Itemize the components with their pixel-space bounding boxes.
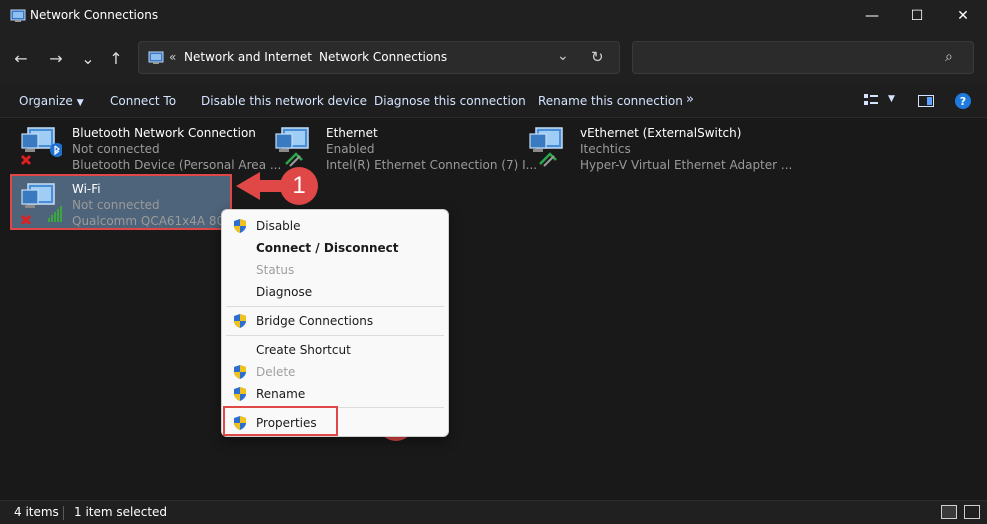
wifi-highlight-box — [10, 174, 232, 230]
menu-separator — [226, 306, 444, 307]
menu-item-label: Delete — [256, 365, 296, 379]
menu-item-bridge-connections[interactable]: Bridge Connections — [222, 310, 448, 332]
menu-item-delete: Delete — [222, 361, 448, 383]
address-dropdown-icon[interactable]: ⌄ — [557, 48, 569, 64]
window-title: Network Connections — [30, 8, 159, 22]
search-input[interactable]: ⌕ — [632, 41, 974, 74]
connection-name: vEthernet (ExternalSwitch) — [580, 126, 742, 140]
organize-caret-icon: ▼ — [76, 98, 84, 108]
change-view-icon[interactable] — [864, 94, 878, 106]
menu-item-rename[interactable]: Rename — [222, 383, 448, 405]
organize-label: Organize — [19, 94, 73, 108]
menu-item-connect-disconnect[interactable]: Connect / Disconnect — [222, 237, 448, 259]
recent-locations-button[interactable]: ⌄ — [76, 46, 100, 70]
close-button[interactable]: ✕ — [940, 0, 986, 32]
connection-status: Itechtics — [580, 142, 631, 156]
connection-name: Ethernet — [326, 126, 378, 140]
status-separator — [63, 506, 64, 520]
back-button[interactable]: ← — [9, 46, 33, 70]
menu-item-label: Create Shortcut — [256, 343, 351, 357]
network-folder-icon — [148, 51, 164, 64]
breadcrumb-overflow-icon[interactable]: « — [169, 50, 176, 64]
breadcrumb-separator-icon[interactable]: › — [303, 49, 308, 63]
connection-name: Bluetooth Network Connection — [72, 126, 256, 140]
connections-view: Bluetooth Network Connection Not connect… — [0, 118, 987, 500]
ethernet-network-icon — [275, 127, 309, 167]
search-icon[interactable]: ⌕ — [945, 49, 953, 65]
item-count: 4 items — [14, 505, 59, 519]
callout-number-1: 1 — [280, 167, 318, 205]
command-bar: Organize ▼ Connect To Disable this networ… — [0, 84, 987, 118]
disable-device-button[interactable]: Disable this network device — [201, 94, 367, 108]
menu-item-diagnose[interactable]: Diagnose — [222, 281, 448, 303]
navigation-bar: ← → ⌄ ↑ « Network and Internet › Network… — [0, 32, 987, 84]
properties-highlight-box — [223, 406, 338, 436]
vethernet-network-icon — [529, 127, 563, 167]
menu-separator — [226, 335, 444, 336]
uac-shield-icon — [234, 365, 246, 379]
menu-item-disable[interactable]: Disable — [222, 215, 448, 237]
minimize-button[interactable]: — — [849, 0, 895, 32]
menu-item-label: Diagnose — [256, 285, 313, 299]
context-menu: Disable Connect / Disconnect Status Diag… — [221, 209, 449, 437]
connection-device: Intel(R) Ethernet Connection (7) I... — [326, 158, 538, 172]
status-bar: 4 items 1 item selected — [0, 500, 987, 524]
connection-status: Enabled — [326, 142, 375, 156]
bluetooth-network-icon — [20, 127, 62, 166]
menu-item-status: Status — [222, 259, 448, 281]
connection-status: Not connected — [72, 142, 160, 156]
large-icons-view-icon[interactable] — [964, 505, 980, 519]
menu-item-create-shortcut[interactable]: Create Shortcut — [222, 339, 448, 361]
connection-bluetooth[interactable]: Bluetooth Network Connection Not connect… — [14, 120, 281, 172]
organize-button[interactable]: Organize ▼ — [19, 94, 84, 108]
selection-count: 1 item selected — [74, 505, 168, 519]
maximize-button[interactable]: ☐ — [894, 0, 940, 32]
network-connections-icon — [10, 9, 26, 22]
rename-connection-button[interactable]: Rename this connection — [538, 94, 683, 108]
breadcrumb-network-and-internet[interactable]: Network and Internet — [184, 50, 312, 64]
view-options-caret-icon[interactable]: ▼ — [888, 94, 895, 104]
connection-device: Hyper-V Virtual Ethernet Adapter ... — [580, 158, 793, 172]
connection-vethernet[interactable]: vEthernet (ExternalSwitch) Itechtics Hyp… — [522, 120, 792, 172]
uac-shield-icon — [234, 314, 246, 328]
menu-item-label: Connect / Disconnect — [256, 241, 399, 255]
preview-pane-icon[interactable] — [918, 95, 934, 107]
details-view-icon[interactable] — [941, 505, 957, 519]
menu-item-label: Rename — [256, 387, 306, 401]
connection-ethernet[interactable]: Ethernet Enabled Intel(R) Ethernet Conne… — [268, 120, 537, 172]
menu-item-label: Bridge Connections — [256, 314, 374, 328]
more-commands-icon[interactable]: » — [686, 92, 694, 107]
diagnose-connection-button[interactable]: Diagnose this connection — [374, 94, 526, 108]
uac-shield-icon — [234, 387, 246, 401]
help-icon[interactable]: ? — [955, 93, 971, 109]
forward-button[interactable]: → — [44, 46, 68, 70]
menu-item-label: Status — [256, 263, 295, 277]
refresh-icon[interactable]: ↻ — [591, 48, 604, 66]
breadcrumb-network-connections[interactable]: Network Connections — [319, 50, 447, 64]
menu-item-label: Disable — [256, 219, 301, 233]
uac-shield-icon — [234, 219, 246, 233]
up-button[interactable]: ↑ — [104, 46, 128, 70]
connect-to-button[interactable]: Connect To — [110, 94, 176, 108]
address-bar[interactable]: « Network and Internet › Network Connect… — [138, 41, 620, 74]
title-bar: Network Connections — ☐ ✕ — [0, 0, 987, 32]
